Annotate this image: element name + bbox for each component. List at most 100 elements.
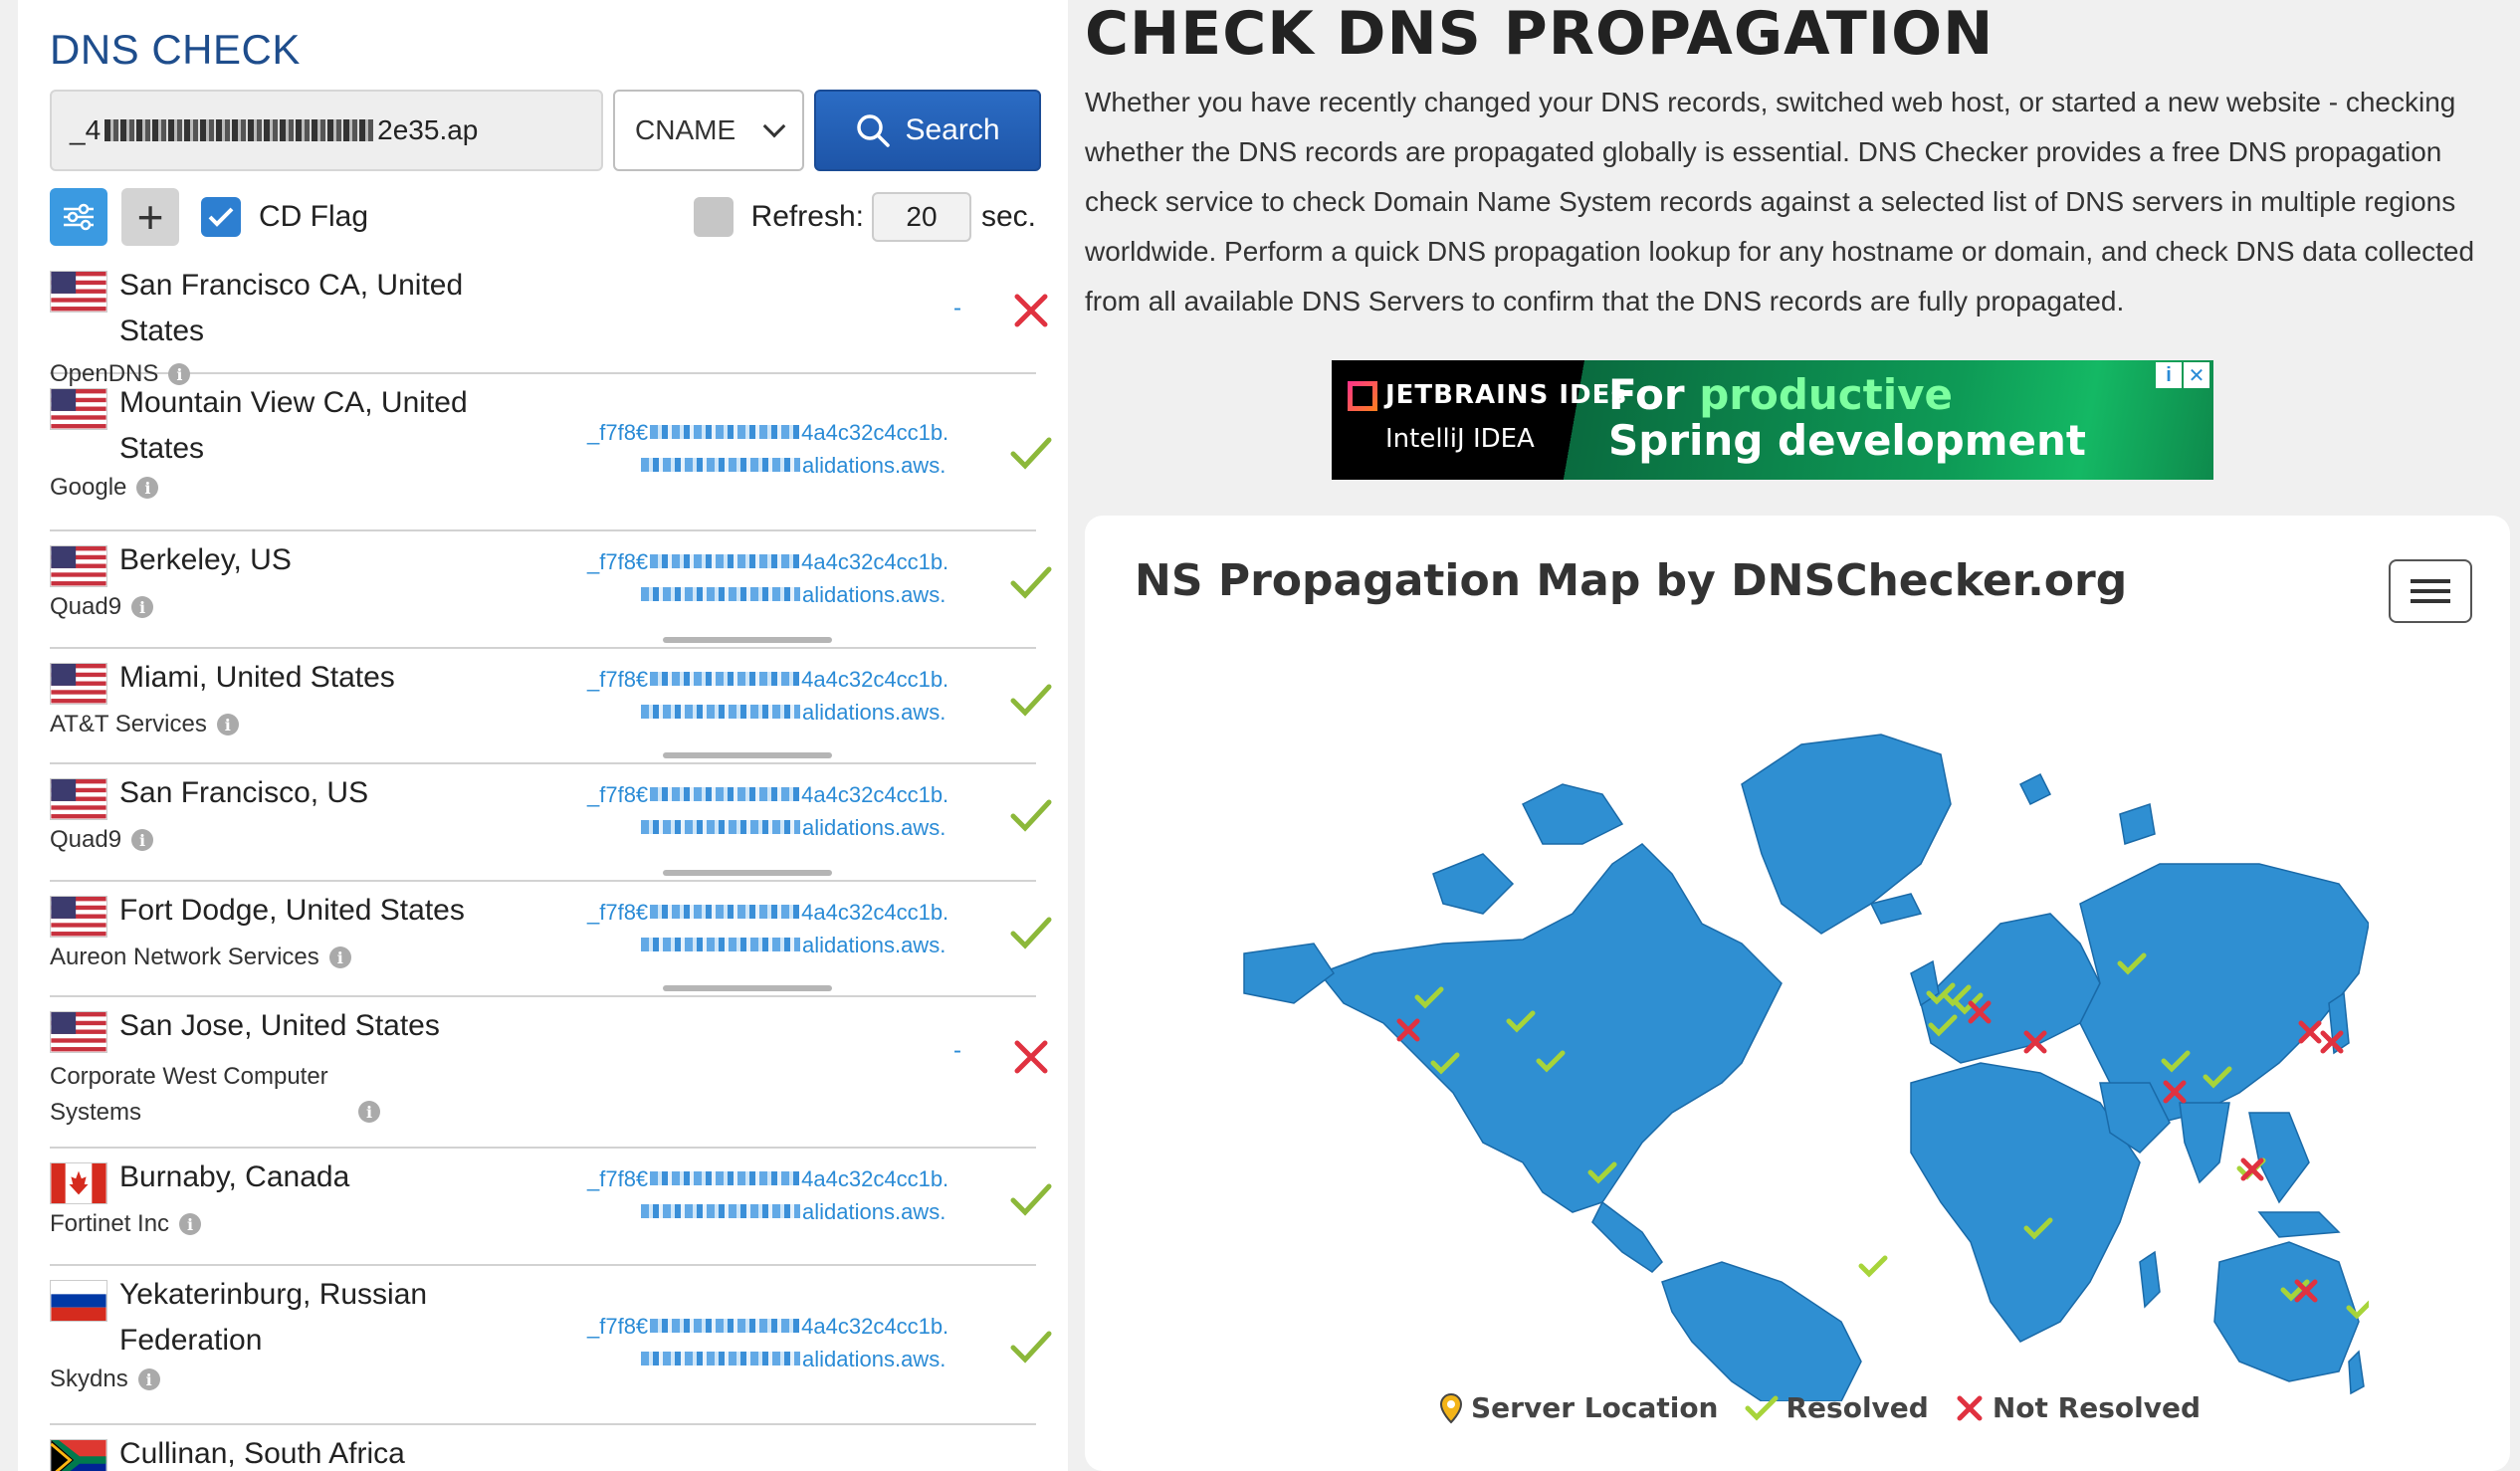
map-legend: Server Location Resolved Not Resolved	[1439, 1391, 2201, 1424]
value-end: 4a4c32c4cc1b.	[801, 782, 949, 807]
value-dash: -	[953, 295, 961, 321]
us-flag-icon	[50, 1011, 107, 1053]
ad-tagline-line2: Spring development	[1608, 416, 2086, 465]
info-icon[interactable]: i	[131, 596, 154, 618]
add-server-button[interactable]: +	[121, 188, 179, 246]
south-america-shape	[1661, 1261, 1862, 1401]
resolved-icon	[1010, 1331, 1052, 1364]
info-icon[interactable]: i	[179, 1213, 202, 1235]
info-icon[interactable]: i	[328, 946, 351, 968]
result-row: Berkeley, US Quad9 i _f7f8€ 4a4c32c4cc1b. …	[50, 531, 1052, 649]
record-value[interactable]: _f7f8€ 4a4c32c4cc1b. alidations.aws.	[587, 778, 985, 844]
redacted-value	[641, 705, 800, 719]
value-end: 4a4c32c4cc1b.	[801, 667, 949, 692]
not-resolved-icon	[1014, 1040, 1048, 1074]
us-flag-icon	[50, 388, 107, 430]
value-end: 4a4c32c4cc1b.	[801, 1314, 949, 1339]
ad-tagline-part: For	[1608, 370, 1700, 419]
chevron-down-icon	[762, 114, 786, 138]
refresh-checkbox[interactable]	[693, 197, 734, 237]
alaska-shape	[1243, 943, 1336, 1004]
results-list: San Francisco CA, United States OpenDNS i…	[50, 257, 1052, 1471]
ad-tagline-highlight: productive	[1699, 370, 1954, 419]
resolved-icon	[1010, 799, 1052, 832]
value-end: alidations.aws.	[802, 1347, 946, 1371]
record-value[interactable]: _f7f8€ 4a4c32c4cc1b. alidations.aws.	[587, 1310, 985, 1375]
redacted-value	[650, 554, 800, 568]
ru-flag-icon	[50, 1280, 107, 1322]
advertisement-banner[interactable]: JETBRAINS IDEs IntelliJ IDEA For product…	[1332, 360, 2213, 480]
result-row: Mountain View CA, United States Google i …	[50, 374, 1052, 531]
redacted-value	[650, 1171, 800, 1185]
result-row: Cullinan, South Africa	[50, 1425, 1036, 1471]
greenland-shape	[1741, 734, 1952, 935]
us-flag-icon	[50, 545, 107, 587]
us-flag-icon	[50, 896, 107, 938]
domain-input[interactable]: _4 2e35.ap	[50, 90, 603, 171]
ad-controls: i ✕	[2156, 362, 2209, 388]
legend-resolved-label: Resolved	[1785, 1391, 1929, 1424]
menu-line	[2411, 599, 2450, 603]
info-icon[interactable]: i	[216, 714, 239, 736]
record-value[interactable]: _f7f8€ 4a4c32c4cc1b. alidations.aws.	[587, 416, 985, 482]
legend-server-label: Server Location	[1471, 1391, 1719, 1424]
menu-line	[2411, 589, 2450, 593]
value-end: alidations.aws.	[802, 700, 946, 725]
dns-check-panel: DNS CHECK _4 2e35.ap CNAME Search + CD F…	[18, 0, 1068, 1471]
value-start: _f7f8€	[587, 667, 649, 692]
refresh-interval-input[interactable]: 20	[871, 192, 971, 242]
provider: Corporate West Computer Systems i	[50, 1059, 1036, 1131]
result-row: Fort Dodge, United States Aureon Network…	[50, 882, 1052, 997]
redacted-value	[641, 587, 800, 601]
new-zealand-shape	[2348, 1350, 2365, 1395]
value-dash: -	[953, 1037, 961, 1064]
info-icon[interactable]: i	[137, 1368, 160, 1390]
redacted-value	[641, 458, 800, 472]
not-resolved-marker	[2240, 1157, 2264, 1181]
info-icon[interactable]: i	[358, 1101, 380, 1123]
menu-line	[2411, 579, 2450, 583]
resolved-icon	[1010, 917, 1052, 949]
location-name: Fort Dodge, United States	[119, 894, 465, 927]
redacted-value	[650, 905, 800, 919]
ad-close-icon[interactable]: ✕	[2184, 362, 2209, 388]
result-row: Miami, United States AT&T Services i _f7f…	[50, 649, 1052, 764]
checkmark-icon	[208, 207, 234, 227]
record-value[interactable]: _f7f8€ 4a4c32c4cc1b. alidations.aws.	[587, 1162, 985, 1228]
value-end: alidations.aws.	[802, 453, 946, 478]
ad-product: IntelliJ IDEA	[1385, 424, 1535, 454]
record-value[interactable]: _f7f8€ 4a4c32c4cc1b. alidations.aws.	[587, 896, 985, 961]
cd-flag-label: CD Flag	[259, 200, 369, 233]
provider-name: AT&T Services	[50, 711, 207, 737]
map-menu-button[interactable]	[2389, 559, 2472, 623]
value-end: 4a4c32c4cc1b.	[801, 420, 949, 445]
info-icon[interactable]: i	[131, 829, 154, 851]
southeast-asia-shape	[2248, 1112, 2310, 1204]
search-button[interactable]: Search	[814, 90, 1041, 171]
sliders-icon	[64, 203, 94, 231]
domain-prefix: _4	[70, 114, 102, 145]
record-value[interactable]: _f7f8€ 4a4c32c4cc1b. alidations.aws.	[587, 545, 985, 611]
filter-settings-button[interactable]	[50, 188, 107, 246]
map-pin-icon	[1439, 1392, 1463, 1423]
value-start: _f7f8€	[587, 549, 649, 574]
north-america-shape	[1318, 843, 1783, 1213]
redacted-value	[641, 1204, 800, 1218]
not-resolved-icon	[1014, 294, 1048, 327]
legend-server-location: Server Location	[1439, 1391, 1719, 1424]
us-flag-icon	[50, 663, 107, 705]
ad-info-icon[interactable]: i	[2156, 362, 2182, 388]
legend-resolved: Resolved	[1745, 1391, 1929, 1424]
cd-flag-checkbox[interactable]	[201, 197, 241, 237]
provider-name: Corporate West Computer Systems	[50, 1063, 328, 1126]
location-name: Yekaterinburg, Russian Federation	[119, 1278, 428, 1357]
result-row: San Francisco, US Quad9 i _f7f8€ 4a4c32c4c…	[50, 764, 1052, 882]
redacted-value	[641, 820, 800, 834]
novaya-zemlya-shape	[2119, 803, 2156, 845]
redacted-value	[650, 672, 800, 686]
location-name: San Jose, United States	[119, 1009, 440, 1042]
record-type-select[interactable]: CNAME	[613, 90, 804, 171]
record-value[interactable]: _f7f8€ 4a4c32c4cc1b. alidations.aws.	[587, 663, 985, 729]
jetbrains-logo-icon	[1348, 380, 1377, 411]
info-icon[interactable]: i	[136, 477, 159, 499]
